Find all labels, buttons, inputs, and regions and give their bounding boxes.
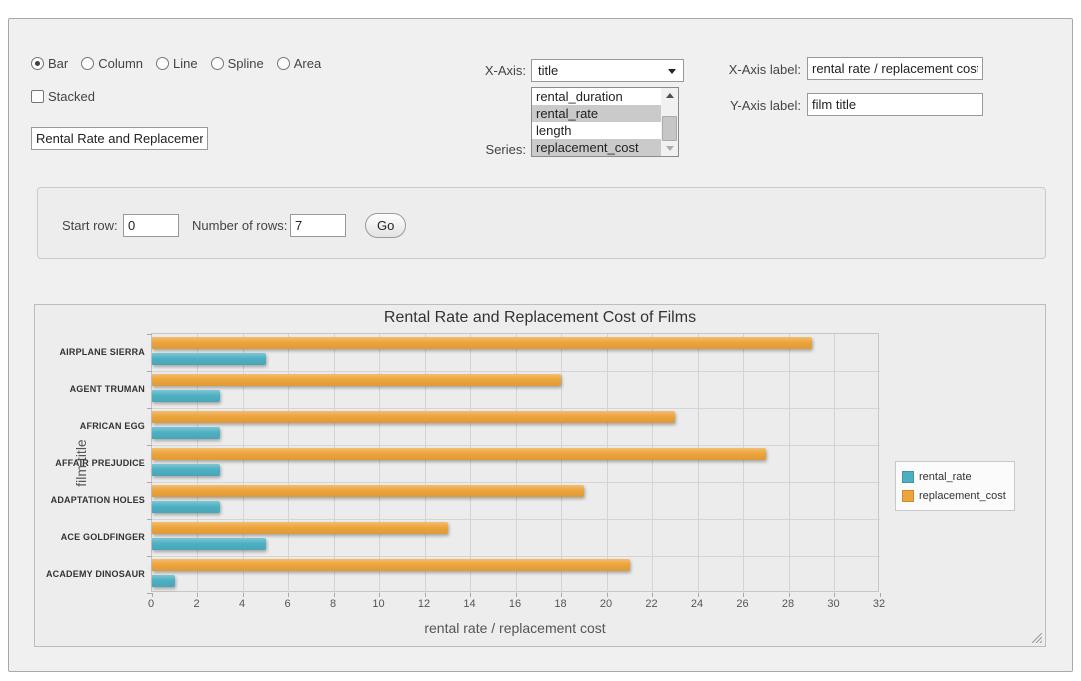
x-axis-selected-value: title xyxy=(538,63,558,78)
x-tick-label: 12 xyxy=(404,598,444,610)
bar-replacement_cost[interactable] xyxy=(152,374,561,386)
start-row-label: Start row: xyxy=(62,218,118,233)
radio-area-label: Area xyxy=(294,56,321,71)
start-row-input[interactable] xyxy=(123,214,179,237)
radio-column-label: Column xyxy=(98,56,143,71)
category-label: ACADEMY DINOSAUR xyxy=(35,569,145,579)
bar-replacement_cost[interactable] xyxy=(152,559,630,571)
bar-replacement_cost[interactable] xyxy=(152,485,584,497)
bar-rental_rate[interactable] xyxy=(152,390,220,402)
series-option-length[interactable]: length xyxy=(532,122,661,139)
radio-line[interactable]: Line xyxy=(156,56,198,71)
scroll-up-icon[interactable] xyxy=(661,88,678,103)
radio-spline-icon xyxy=(211,57,224,70)
scroll-down-icon[interactable] xyxy=(661,141,678,156)
x-axis-select-label: X-Axis: xyxy=(446,63,526,78)
chart-legend: rental_rate replacement_cost xyxy=(895,461,1015,511)
series-option-rental-rate[interactable]: rental_rate xyxy=(532,105,661,122)
series-option-replacement-cost[interactable]: replacement_cost xyxy=(532,139,661,156)
x-axis-label-input[interactable] xyxy=(807,57,983,80)
category-label: AGENT TRUMAN xyxy=(35,384,145,394)
x-tick-label: 6 xyxy=(268,598,308,610)
x-axis-label-caption: X-Axis label: xyxy=(701,62,801,77)
x-tick-label: 4 xyxy=(222,598,262,610)
radio-column-icon xyxy=(81,57,94,70)
bar-replacement_cost[interactable] xyxy=(152,448,766,460)
bar-replacement_cost[interactable] xyxy=(152,337,812,349)
radio-area[interactable]: Area xyxy=(277,56,321,71)
chart-type-radio-group: Bar Column Line Spline Area xyxy=(31,56,321,71)
display-chart-panel: Bar Column Line Spline Area Stacked X-Ax… xyxy=(8,18,1073,672)
x-tick-label: 10 xyxy=(359,598,399,610)
bar-rental_rate[interactable] xyxy=(152,464,220,476)
x-tick-label: 18 xyxy=(541,598,581,610)
chart-title: Rental Rate and Replacement Cost of Film… xyxy=(35,309,1045,327)
radio-bar[interactable]: Bar xyxy=(31,56,68,71)
series-option-rental-duration[interactable]: rental_duration xyxy=(532,88,661,105)
series-list-label: Series: xyxy=(446,142,526,157)
x-tick-label: 32 xyxy=(859,598,899,610)
row-range-panel: Start row: Number of rows: Go xyxy=(37,187,1046,259)
chart-container: Rental Rate and Replacement Cost of Film… xyxy=(34,304,1046,647)
stacked-checkbox-label: Stacked xyxy=(48,89,95,104)
bar-rental_rate[interactable] xyxy=(152,427,220,439)
category-label: ADAPTATION HOLES xyxy=(35,495,145,505)
num-rows-input[interactable] xyxy=(290,214,346,237)
legend-item-replacement-cost[interactable]: replacement_cost xyxy=(902,486,1006,505)
x-tick-label: 16 xyxy=(495,598,535,610)
legend-item-rental-rate[interactable]: rental_rate xyxy=(902,467,1006,486)
radio-area-icon xyxy=(277,57,290,70)
go-button[interactable]: Go xyxy=(365,213,406,238)
x-axis-select[interactable]: title xyxy=(531,59,684,82)
series-list: rental_duration rental_rate length repla… xyxy=(531,87,679,157)
x-tick-label: 0 xyxy=(131,598,171,610)
legend-swatch-replacement-cost xyxy=(902,490,914,502)
radio-line-label: Line xyxy=(173,56,198,71)
x-tick-label: 26 xyxy=(723,598,763,610)
x-tick-label: 8 xyxy=(313,598,353,610)
bar-replacement_cost[interactable] xyxy=(152,522,448,534)
num-rows-label: Number of rows: xyxy=(192,218,287,233)
bar-rental_rate[interactable] xyxy=(152,575,175,587)
x-tick-label: 30 xyxy=(814,598,854,610)
series-list-scrollbar[interactable] xyxy=(661,88,678,156)
category-label: AIRPLANE SIERRA xyxy=(35,347,145,357)
bar-replacement_cost[interactable] xyxy=(152,411,675,423)
legend-label-rental-rate: rental_rate xyxy=(919,471,972,483)
x-axis-title: rental rate / replacement cost xyxy=(151,620,879,636)
stacked-checkbox-icon xyxy=(31,90,44,103)
legend-label-replacement-cost: replacement_cost xyxy=(919,490,1006,502)
radio-bar-label: Bar xyxy=(48,56,68,71)
category-label: ACE GOLDFINGER xyxy=(35,532,145,542)
x-tick-label: 2 xyxy=(177,598,217,610)
x-tick-label: 24 xyxy=(677,598,717,610)
radio-bar-icon xyxy=(31,57,44,70)
legend-swatch-rental-rate xyxy=(902,471,914,483)
stacked-checkbox[interactable]: Stacked xyxy=(31,89,95,104)
chevron-down-icon xyxy=(668,69,676,74)
x-tick-label: 22 xyxy=(632,598,672,610)
x-tick-label: 28 xyxy=(768,598,808,610)
radio-column[interactable]: Column xyxy=(81,56,143,71)
category-label: AFFAIR PREJUDICE xyxy=(35,458,145,468)
bar-rental_rate[interactable] xyxy=(152,501,220,513)
resize-handle-icon[interactable] xyxy=(1032,633,1042,643)
scrollbar-thumb[interactable] xyxy=(662,116,677,141)
radio-line-icon xyxy=(156,57,169,70)
category-label: AFRICAN EGG xyxy=(35,421,145,431)
y-axis-label-input[interactable] xyxy=(807,93,983,116)
bar-rental_rate[interactable] xyxy=(152,353,266,365)
x-tick-label: 14 xyxy=(450,598,490,610)
plot-area xyxy=(151,333,879,592)
radio-spline-label: Spline xyxy=(228,56,264,71)
bar-rental_rate[interactable] xyxy=(152,538,266,550)
y-axis-label-caption: Y-Axis label: xyxy=(701,98,801,113)
radio-spline[interactable]: Spline xyxy=(211,56,264,71)
chart-title-input[interactable] xyxy=(31,127,208,150)
x-tick-label: 20 xyxy=(586,598,626,610)
